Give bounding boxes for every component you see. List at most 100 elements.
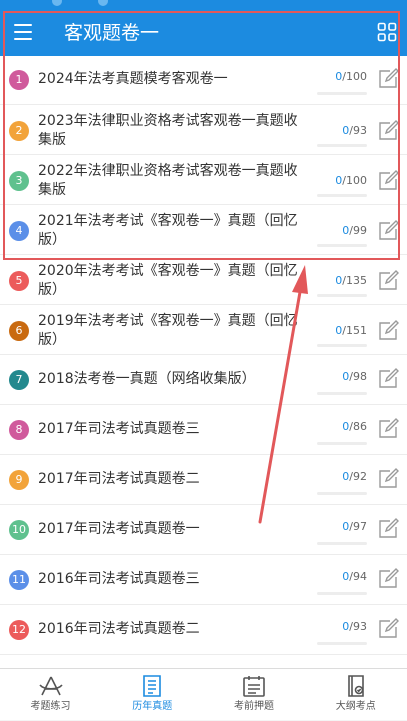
progress-count: 0/100 bbox=[335, 174, 367, 188]
progress-bar bbox=[317, 294, 367, 297]
edit-icon[interactable] bbox=[377, 120, 399, 142]
paper-number-badge: 10 bbox=[9, 520, 29, 540]
progress-count: 0/97 bbox=[342, 520, 367, 534]
tab-label: 大纲考点 bbox=[335, 701, 376, 712]
edit-icon[interactable] bbox=[377, 220, 399, 242]
progress-total: /151 bbox=[342, 324, 367, 337]
paper-number-badge: 3 bbox=[9, 171, 29, 191]
progress-bar bbox=[317, 244, 367, 247]
paper-icon bbox=[102, 674, 203, 698]
tab-outline-book[interactable]: 大纲考点 bbox=[305, 669, 406, 721]
tab-label: 考题练习 bbox=[30, 701, 71, 712]
paper-number-badge: 5 bbox=[9, 271, 29, 291]
progress-count: 0/99 bbox=[342, 224, 367, 238]
status-blip bbox=[98, 0, 108, 6]
tab-paper[interactable]: 历年真题 bbox=[102, 669, 203, 721]
paper-title: 2017年司法考试真题卷三 bbox=[38, 421, 200, 437]
edit-icon[interactable] bbox=[377, 418, 399, 440]
progress-bar bbox=[317, 344, 367, 347]
paper-number-badge: 8 bbox=[9, 420, 29, 440]
progress-count: 0/98 bbox=[342, 370, 367, 384]
paper-row[interactable]: 5 2020年法考考试《客观卷一》真题（回忆版） 0/135 bbox=[0, 256, 407, 305]
paper-row[interactable]: 4 2021年法考考试《客观卷一》真题（回忆版） 0/99 bbox=[0, 206, 407, 255]
menu-icon[interactable] bbox=[14, 24, 32, 40]
paper-row[interactable]: 1 2024年法考真题模考客观卷一 0/100 bbox=[0, 56, 407, 105]
tab-label: 考前押题 bbox=[234, 701, 274, 712]
app-header: 客观题卷一 bbox=[0, 10, 407, 56]
paper-number-badge: 6 bbox=[9, 321, 29, 341]
paper-number-badge: 11 bbox=[9, 570, 29, 590]
paper-number-badge: 7 bbox=[9, 370, 29, 390]
progress-total: /98 bbox=[349, 370, 367, 383]
progress-total: /93 bbox=[349, 124, 367, 137]
progress-total: /135 bbox=[342, 274, 367, 287]
edit-icon[interactable] bbox=[377, 368, 399, 390]
paper-number-badge: 12 bbox=[9, 620, 29, 640]
progress-count: 0/135 bbox=[335, 274, 367, 288]
outline-book-icon bbox=[305, 674, 406, 698]
progress-count: 0/86 bbox=[342, 420, 367, 434]
paper-title: 2023年法律职业资格考试客观卷一真题收集版 bbox=[38, 113, 298, 148]
paper-title: 2016年司法考试真题卷三 bbox=[38, 571, 200, 587]
progress-bar bbox=[317, 144, 367, 147]
progress-bar bbox=[317, 194, 367, 197]
edit-icon[interactable] bbox=[377, 320, 399, 342]
paper-row[interactable]: 10 2017年司法考试真题卷一 0/97 bbox=[0, 506, 407, 555]
bottom-tab-bar: 考题练习 历年真题 考前押题 大纲考点 bbox=[0, 668, 407, 720]
progress-total: /94 bbox=[349, 570, 367, 583]
paper-row[interactable]: 9 2017年司法考试真题卷二 0/92 bbox=[0, 456, 407, 505]
progress-total: /100 bbox=[342, 70, 367, 83]
paper-number-badge: 1 bbox=[9, 70, 29, 90]
tab-label: 历年真题 bbox=[132, 701, 173, 712]
paper-row[interactable]: 3 2022年法律职业资格考试客观卷一真题收集版 0/100 bbox=[0, 156, 407, 205]
paper-title: 2017年司法考试真题卷一 bbox=[38, 521, 200, 537]
progress-bar bbox=[317, 592, 367, 595]
progress-total: /93 bbox=[349, 620, 367, 633]
paper-title: 2017年司法考试真题卷二 bbox=[38, 471, 200, 487]
grid-view-icon[interactable] bbox=[377, 22, 397, 42]
tab-compass[interactable]: 考题练习 bbox=[0, 669, 101, 721]
progress-bar bbox=[317, 392, 367, 395]
progress-bar bbox=[317, 542, 367, 545]
status-blip bbox=[52, 0, 62, 6]
progress-bar bbox=[317, 92, 367, 95]
edit-icon[interactable] bbox=[377, 568, 399, 590]
progress-total: /99 bbox=[349, 224, 367, 237]
paper-row[interactable]: 11 2016年司法考试真题卷三 0/94 bbox=[0, 556, 407, 605]
paper-number-badge: 4 bbox=[9, 221, 29, 241]
paper-row[interactable]: 6 2019年法考考试《客观卷一》真题（回忆版） 0/151 bbox=[0, 306, 407, 355]
paper-row[interactable]: 8 2017年司法考试真题卷三 0/86 bbox=[0, 406, 407, 455]
progress-count: 0/151 bbox=[335, 324, 367, 338]
paper-title: 2024年法考真题模考客观卷一 bbox=[38, 71, 228, 87]
paper-title: 2022年法律职业资格考试客观卷一真题收集版 bbox=[38, 163, 298, 198]
paper-number-badge: 9 bbox=[9, 470, 29, 490]
paper-title: 2019年法考考试《客观卷一》真题（回忆版） bbox=[38, 313, 298, 348]
edit-icon[interactable] bbox=[377, 270, 399, 292]
edit-icon[interactable] bbox=[377, 68, 399, 90]
paper-title: 2020年法考考试《客观卷一》真题（回忆版） bbox=[38, 263, 298, 298]
progress-count: 0/94 bbox=[342, 570, 367, 584]
calendar-icon bbox=[204, 674, 305, 698]
paper-row[interactable]: 7 2018法考卷一真题（网络收集版） 0/98 bbox=[0, 356, 407, 405]
paper-title: 2018法考卷一真题（网络收集版） bbox=[38, 371, 256, 387]
progress-bar bbox=[317, 442, 367, 445]
progress-count: 0/92 bbox=[342, 470, 367, 484]
progress-count: 0/93 bbox=[342, 620, 367, 634]
progress-total: /86 bbox=[349, 420, 367, 433]
paper-title: 2021年法考考试《客观卷一》真题（回忆版） bbox=[38, 213, 298, 248]
progress-total: /92 bbox=[349, 470, 367, 483]
tab-calendar[interactable]: 考前押题 bbox=[204, 669, 305, 721]
progress-total: /97 bbox=[349, 520, 367, 533]
paper-row[interactable]: 2 2023年法律职业资格考试客观卷一真题收集版 0/93 bbox=[0, 106, 407, 155]
progress-total: /100 bbox=[342, 174, 367, 187]
edit-icon[interactable] bbox=[377, 618, 399, 640]
progress-bar bbox=[317, 642, 367, 645]
edit-icon[interactable] bbox=[377, 170, 399, 192]
paper-list[interactable]: 1 2024年法考真题模考客观卷一 0/100 2 2023年法律职业资格考试客… bbox=[0, 56, 407, 668]
page-title: 客观题卷一 bbox=[64, 22, 160, 44]
paper-row[interactable]: 12 2016年司法考试真题卷二 0/93 bbox=[0, 606, 407, 655]
edit-icon[interactable] bbox=[377, 468, 399, 490]
progress-count: 0/100 bbox=[335, 70, 367, 84]
paper-number-badge: 2 bbox=[9, 121, 29, 141]
edit-icon[interactable] bbox=[377, 518, 399, 540]
